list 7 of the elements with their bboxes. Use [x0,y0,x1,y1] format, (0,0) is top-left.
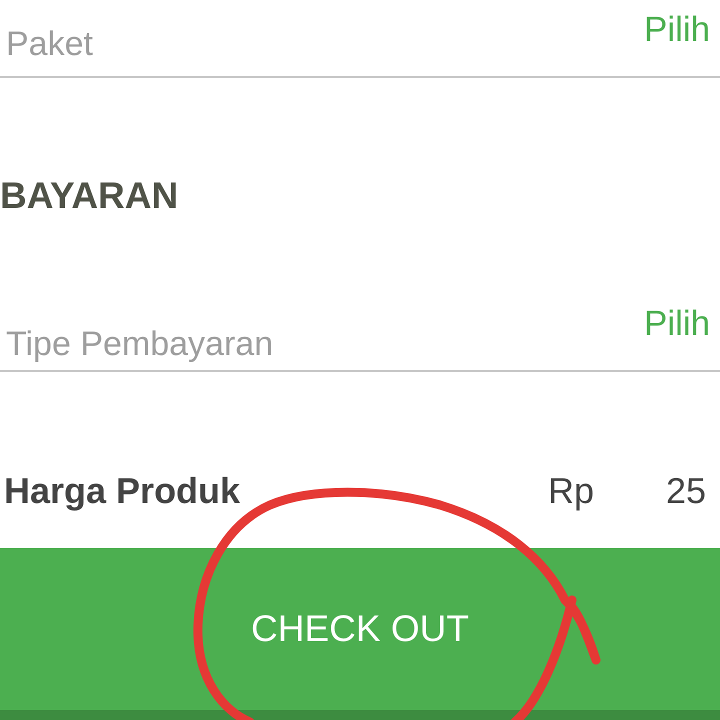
price-label: Harga Produk [3,469,242,513]
choose-link[interactable]: Pilih [636,12,710,47]
price-amount: 25 [666,469,706,513]
choose-link[interactable]: Pilih [636,306,710,341]
checkout-button[interactable]: CHECK OUT [0,548,720,710]
currency-label: Rp [548,469,596,513]
section-heading: BAYARAN [0,174,178,218]
